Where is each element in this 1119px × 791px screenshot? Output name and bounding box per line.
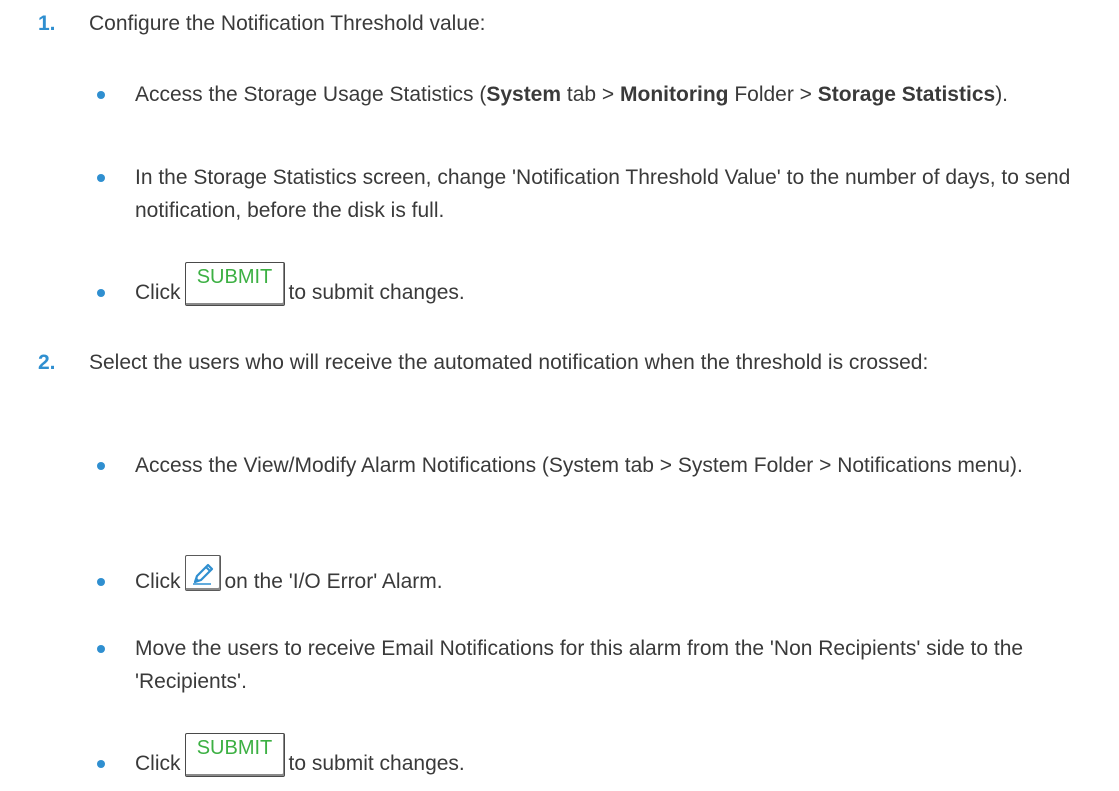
bullet-icon xyxy=(97,578,105,586)
bullet-icon xyxy=(97,462,105,470)
edit-button[interactable] xyxy=(184,555,221,591)
bullet-text: In the Storage Statistics screen, change… xyxy=(135,166,1071,222)
bullet-icon xyxy=(97,645,105,653)
system-tab-label: System xyxy=(486,83,562,106)
bullet-icon xyxy=(97,174,105,182)
bullet-icon xyxy=(97,289,105,297)
step-text: Configure the Notification Threshold val… xyxy=(89,12,486,35)
submit-button[interactable]: SUBMIT xyxy=(184,262,285,306)
submit-button[interactable]: SUBMIT xyxy=(184,733,285,777)
monitoring-folder-label: Monitoring xyxy=(620,83,729,106)
step-number: 2. xyxy=(38,351,56,374)
storage-statistics-label: Storage Statistics xyxy=(817,83,996,106)
bullet-text: ClickSUBMITto submit changes. xyxy=(135,262,1095,320)
bullet-text: Move the users to receive Email Notifica… xyxy=(135,637,1024,693)
bullet-icon xyxy=(97,760,105,768)
bullet-text: Access the Storage Usage Statistics (Sys… xyxy=(135,83,1009,106)
document-page: 1. Configure the Notification Threshold … xyxy=(0,0,1119,787)
step-number: 1. xyxy=(38,12,56,35)
step-text: Select the users who will receive the au… xyxy=(89,351,929,374)
bullet-text: Click on the 'I/O Error' Alarm. xyxy=(135,555,1095,601)
bullet-icon xyxy=(97,91,105,99)
pencil-edit-icon xyxy=(192,563,213,585)
bullet-text: ClickSUBMITto submit changes. xyxy=(135,733,1095,791)
bullet-text: Access the View/Modify Alarm Notificatio… xyxy=(135,454,1023,477)
